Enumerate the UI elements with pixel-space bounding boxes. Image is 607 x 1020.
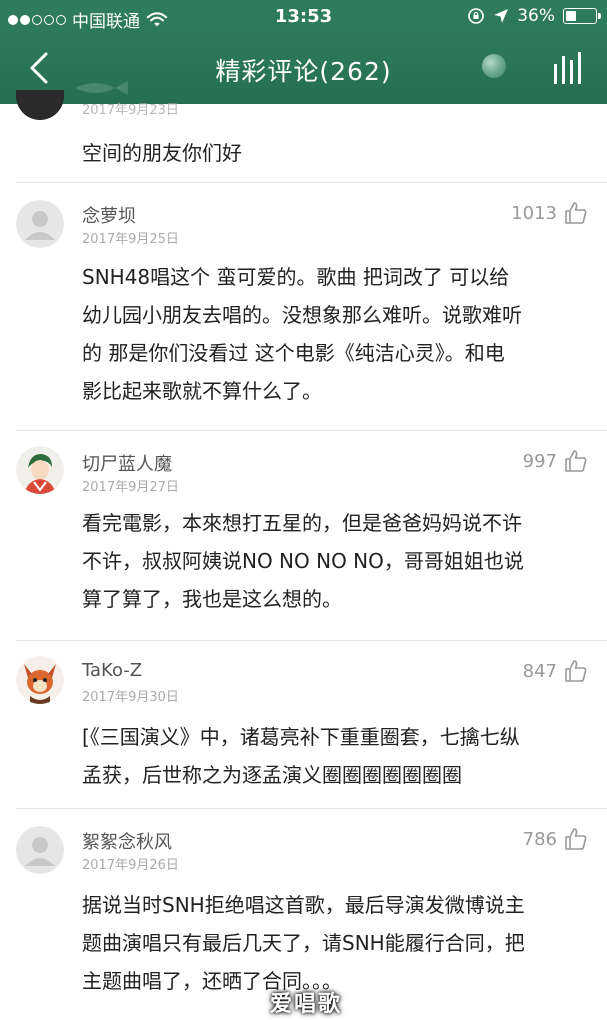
comment-date: 2017年9月27日 xyxy=(82,480,179,495)
divider xyxy=(16,430,607,431)
equalizer-bars-icon[interactable] xyxy=(548,48,588,88)
divider xyxy=(16,808,607,809)
username[interactable]: 切尸蓝人魔 xyxy=(82,450,172,476)
divider xyxy=(16,640,607,641)
like-button[interactable]: 786 xyxy=(523,826,589,852)
thumbs-up-icon xyxy=(565,660,587,682)
thumbs-up-icon xyxy=(565,828,587,850)
comment-date: 2017年9月30日 xyxy=(82,690,179,705)
nav-bar: 精彩评论(262) xyxy=(0,34,607,104)
location-arrow-icon xyxy=(494,9,509,23)
comment-line: 影比起来歌就不算什么了。 xyxy=(82,379,322,403)
like-button[interactable]: 997 xyxy=(523,448,589,474)
username[interactable]: 絮絮念秋风 xyxy=(82,828,172,854)
comment-line: 算了算了，我也是这么想的。 xyxy=(82,587,342,611)
page-title: 精彩评论(262) xyxy=(215,57,392,86)
comment-date: 2017年9月26日 xyxy=(82,858,179,873)
comment-date: 2017年9月25日 xyxy=(82,232,179,247)
comment-text: SNH48唱这个 蛮可爱的。歌曲 把词改了 可以给 幼儿园小朋友去唱的。没想象那… xyxy=(82,258,590,410)
comment-date: 2017年9月23日 xyxy=(82,103,179,118)
avatar[interactable] xyxy=(16,446,64,494)
comment-line: 幼儿园小朋友去唱的。没想象那么难听。说歌难听 xyxy=(82,303,522,327)
comment-line: 题曲演唱只有最后几天了，请SNH能履行合同，把 xyxy=(82,931,525,955)
battery-percent: 36% xyxy=(517,6,555,26)
comment-line: 看完電影，本來想打五星的，但是爸爸妈妈说不许 xyxy=(82,511,522,535)
app-header: 中国联通 13:53 36% 精彩评论(262) xyxy=(0,0,607,104)
comment-line: SNH48唱这个 蛮可爱的。歌曲 把词改了 可以给 xyxy=(82,265,510,289)
comment-text: [《三国演义》中，诸葛亮补下重重圈套，七擒七纵 孟获，后世称之为逐孟演义圈圈圈圈… xyxy=(82,718,590,794)
avatar xyxy=(16,90,64,120)
avatar[interactable] xyxy=(16,826,64,874)
thumbs-up-icon xyxy=(565,202,587,224)
like-count: 847 xyxy=(522,660,557,682)
comment-line: 的 那是你们没看过 这个电影《纯洁心灵》。和电 xyxy=(82,341,505,365)
bubble-decoration xyxy=(482,54,506,78)
like-count: 1013 xyxy=(511,202,557,224)
status-bar: 中国联通 13:53 36% xyxy=(0,0,607,34)
like-button[interactable]: 847 xyxy=(523,658,589,684)
watermark: 爱唱歌 xyxy=(270,992,343,1017)
battery-level xyxy=(566,11,576,21)
comment-text: 据说当时SNH拒绝唱这首歌，最后导演发微博说主 题曲演唱只有最后几天了，请SNH… xyxy=(82,886,590,1000)
username[interactable]: TaKo-Z xyxy=(82,660,142,681)
comment-line: 不许，叔叔阿姨说NO NO NO NO，哥哥姐姐也说 xyxy=(82,549,524,573)
comment-line: 孟获，后世称之为逐孟演义圈圈圈圈圈圈圈 xyxy=(82,763,462,787)
like-button[interactable]: 1013 xyxy=(511,200,589,226)
like-count: 786 xyxy=(522,828,557,850)
thumbs-up-icon xyxy=(565,450,587,472)
username[interactable]: 念萝坝 xyxy=(82,202,136,228)
avatar[interactable] xyxy=(16,656,64,704)
like-count: 997 xyxy=(522,450,557,472)
battery-icon xyxy=(563,8,601,24)
status-right: 36% xyxy=(467,6,601,26)
divider xyxy=(16,182,607,183)
avatar[interactable] xyxy=(16,200,64,248)
orientation-lock-icon xyxy=(468,8,485,24)
comment-text: 空间的朋友你们好 xyxy=(82,141,242,165)
comment-line: [《三国演义》中，诸葛亮补下重重圈套，七擒七纵 xyxy=(82,725,520,749)
comment-line: 据说当时SNH拒绝唱这首歌，最后导演发微博说主 xyxy=(82,893,525,917)
comment-text: 看完電影，本來想打五星的，但是爸爸妈妈说不许 不许，叔叔阿姨说NO NO NO … xyxy=(82,504,590,618)
